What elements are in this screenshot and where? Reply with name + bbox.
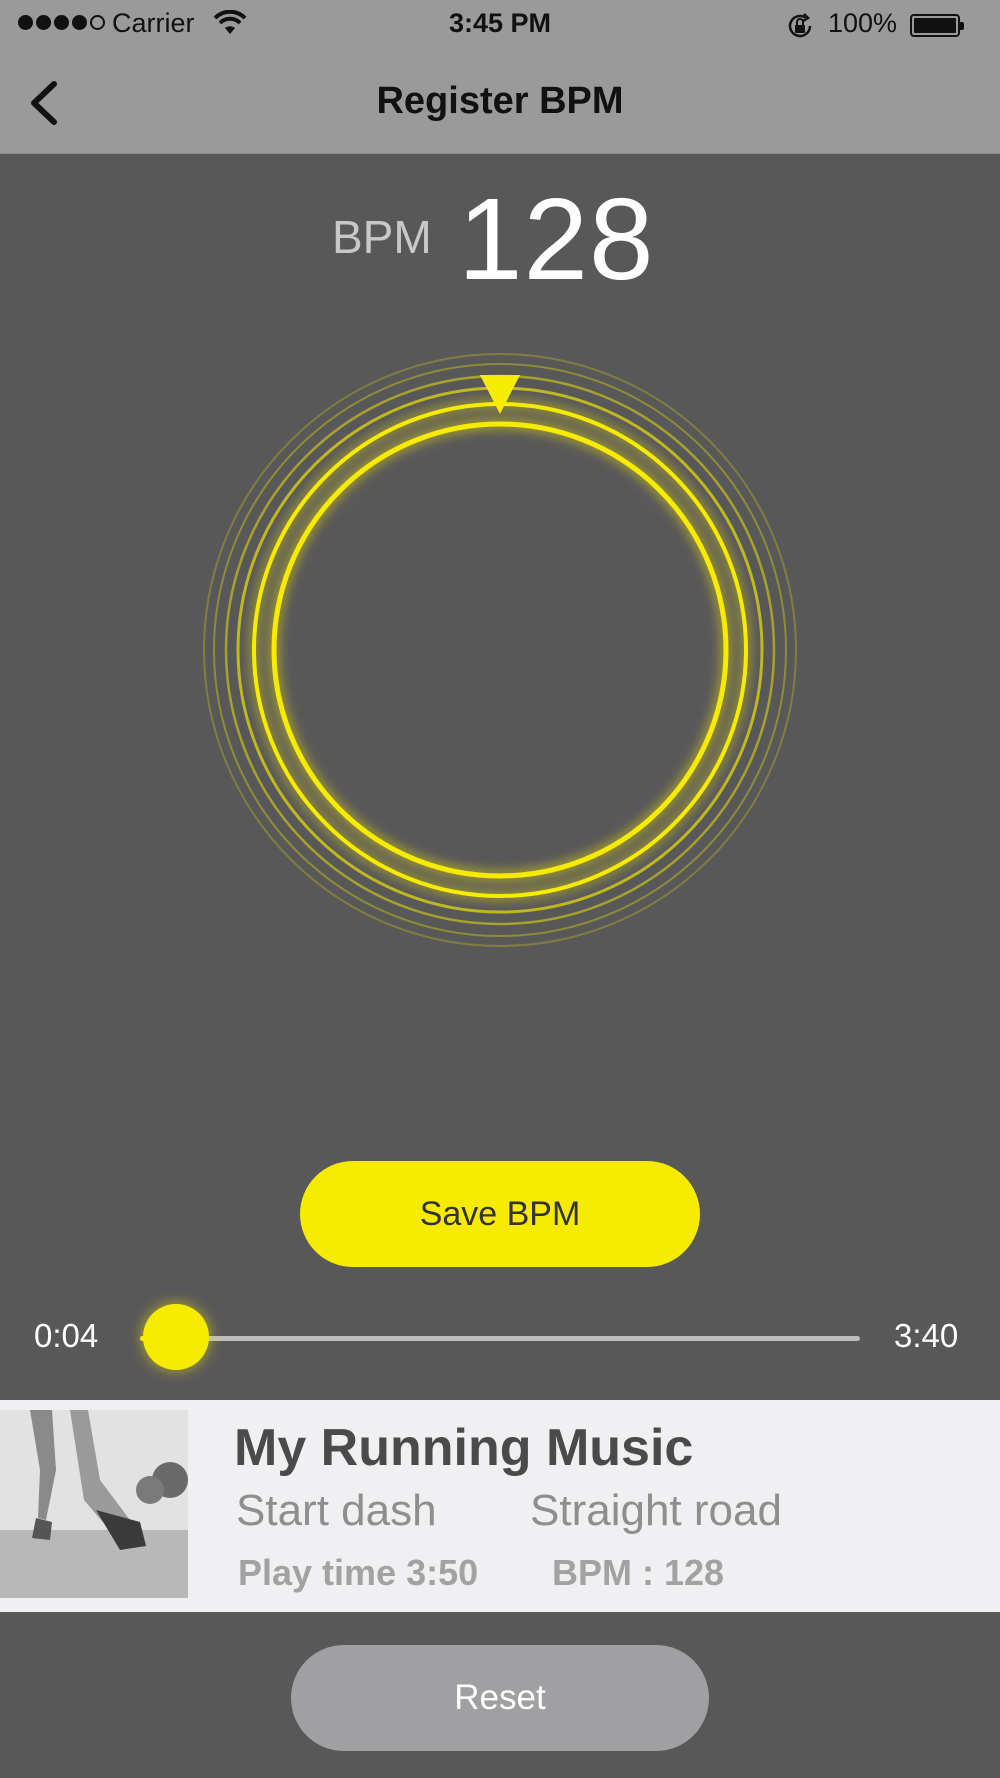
outer-ring-3	[224, 374, 776, 926]
reset-button[interactable]: Reset	[291, 1645, 709, 1751]
track-play-time: Play time 3:50	[238, 1552, 479, 1593]
bpm-tap-ring[interactable]	[190, 340, 810, 960]
track-tag-1: Start dash	[236, 1486, 437, 1535]
battery-percentage: 100%	[828, 8, 898, 38]
track-tag-2: Straight road	[530, 1486, 782, 1535]
bpm-value: 128	[458, 174, 655, 304]
progress-knob[interactable]	[142, 1304, 209, 1370]
rotation-lock-icon	[788, 13, 812, 38]
main-ring	[271, 421, 729, 879]
total-time: 3:40	[894, 1317, 959, 1354]
outer-ring-2	[236, 386, 764, 914]
outer-ring-1	[252, 402, 748, 898]
outer-ring-5	[203, 353, 797, 947]
track-title: My Running Music	[234, 1419, 694, 1477]
page-title: Register BPM	[376, 80, 624, 122]
current-time: 0:04	[34, 1317, 99, 1354]
album-artwork	[0, 1410, 188, 1598]
battery-icon	[910, 14, 964, 37]
save-bpm-button[interactable]: Save BPM	[300, 1161, 700, 1267]
progress-track[interactable]	[140, 1336, 860, 1341]
track-bpm: BPM : 128	[552, 1552, 725, 1593]
triangle-down-icon	[480, 375, 520, 414]
outer-ring-4	[213, 363, 787, 937]
bpm-label: BPM	[332, 211, 432, 263]
